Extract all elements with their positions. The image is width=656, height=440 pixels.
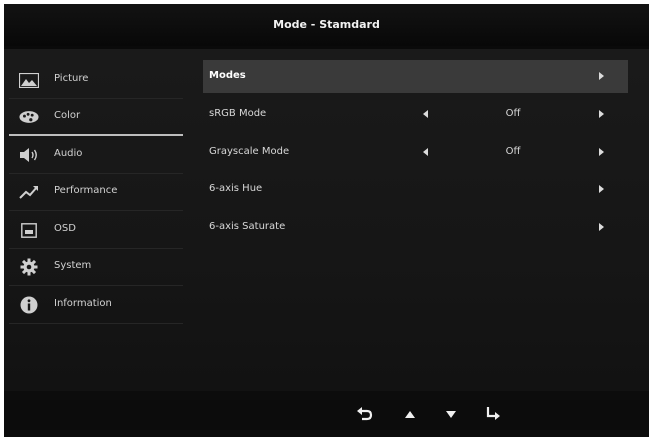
up-arrow-icon[interactable] <box>400 404 420 424</box>
picture-icon <box>19 72 39 88</box>
sidebar-item-label: System <box>54 260 92 271</box>
menu-row-label: Modes <box>209 70 246 81</box>
sidebar-item-osd[interactable]: OSD <box>9 212 183 249</box>
title-bar: Mode - Stamdard <box>4 4 649 46</box>
arrow-right-icon[interactable] <box>599 110 604 118</box>
speaker-icon <box>19 147 39 163</box>
menu-row-label: sRGB Mode <box>209 108 267 119</box>
osd-window: Mode - Stamdard Picture Color Audio Perf… <box>4 4 649 437</box>
sidebar-item-color[interactable]: Color <box>9 99 183 136</box>
performance-graph-icon <box>19 184 39 200</box>
sidebar-item-information[interactable]: Information <box>9 287 183 324</box>
page-title: Mode - Stamdard <box>273 18 380 31</box>
menu-row-grayscale-mode[interactable]: Grayscale Mode Off <box>203 136 628 169</box>
sidebar-item-performance[interactable]: Performance <box>9 174 183 211</box>
arrow-right-icon <box>599 185 604 193</box>
setting-value: Off <box>505 146 521 157</box>
menu-row-6-axis-hue[interactable]: 6-axis Hue <box>203 173 628 206</box>
arrow-left-icon[interactable] <box>423 148 428 156</box>
info-icon <box>19 296 39 314</box>
osd-screen-icon <box>19 222 39 238</box>
gear-icon <box>19 258 39 276</box>
sidebar-item-label: Information <box>54 298 112 309</box>
bottom-nav-bar <box>4 391 649 437</box>
arrow-right-icon[interactable] <box>599 148 604 156</box>
sidebar-item-audio[interactable]: Audio <box>9 137 183 174</box>
down-arrow-icon[interactable] <box>441 404 461 424</box>
sidebar-item-system[interactable]: System <box>9 249 183 286</box>
sidebar-item-label: Performance <box>54 185 118 196</box>
menu-panel: Picture Color Audio Performance OSD Syst… <box>4 49 649 391</box>
menu-row-label: 6-axis Hue <box>209 183 263 194</box>
arrow-left-icon[interactable] <box>423 110 428 118</box>
sidebar-item-label: Color <box>54 110 81 121</box>
sidebar-item-label: Picture <box>54 73 89 84</box>
menu-row-modes[interactable]: Modes <box>203 60 628 93</box>
sidebar-item-picture[interactable]: Picture <box>9 62 183 99</box>
color-palette-icon <box>19 109 39 125</box>
menu-row-label: 6-axis Saturate <box>209 221 286 232</box>
menu-row-label: Grayscale Mode <box>209 146 290 157</box>
back-icon[interactable] <box>355 404 375 424</box>
sidebar-item-label: OSD <box>54 223 76 234</box>
sidebar-item-label: Audio <box>54 148 83 159</box>
setting-value: Off <box>505 108 521 119</box>
enter-icon[interactable] <box>483 404 503 424</box>
menu-row-6-axis-saturate[interactable]: 6-axis Saturate <box>203 211 628 244</box>
arrow-right-icon <box>599 223 604 231</box>
arrow-right-icon <box>599 72 604 80</box>
menu-row-srgb-mode[interactable]: sRGB Mode Off <box>203 98 628 131</box>
